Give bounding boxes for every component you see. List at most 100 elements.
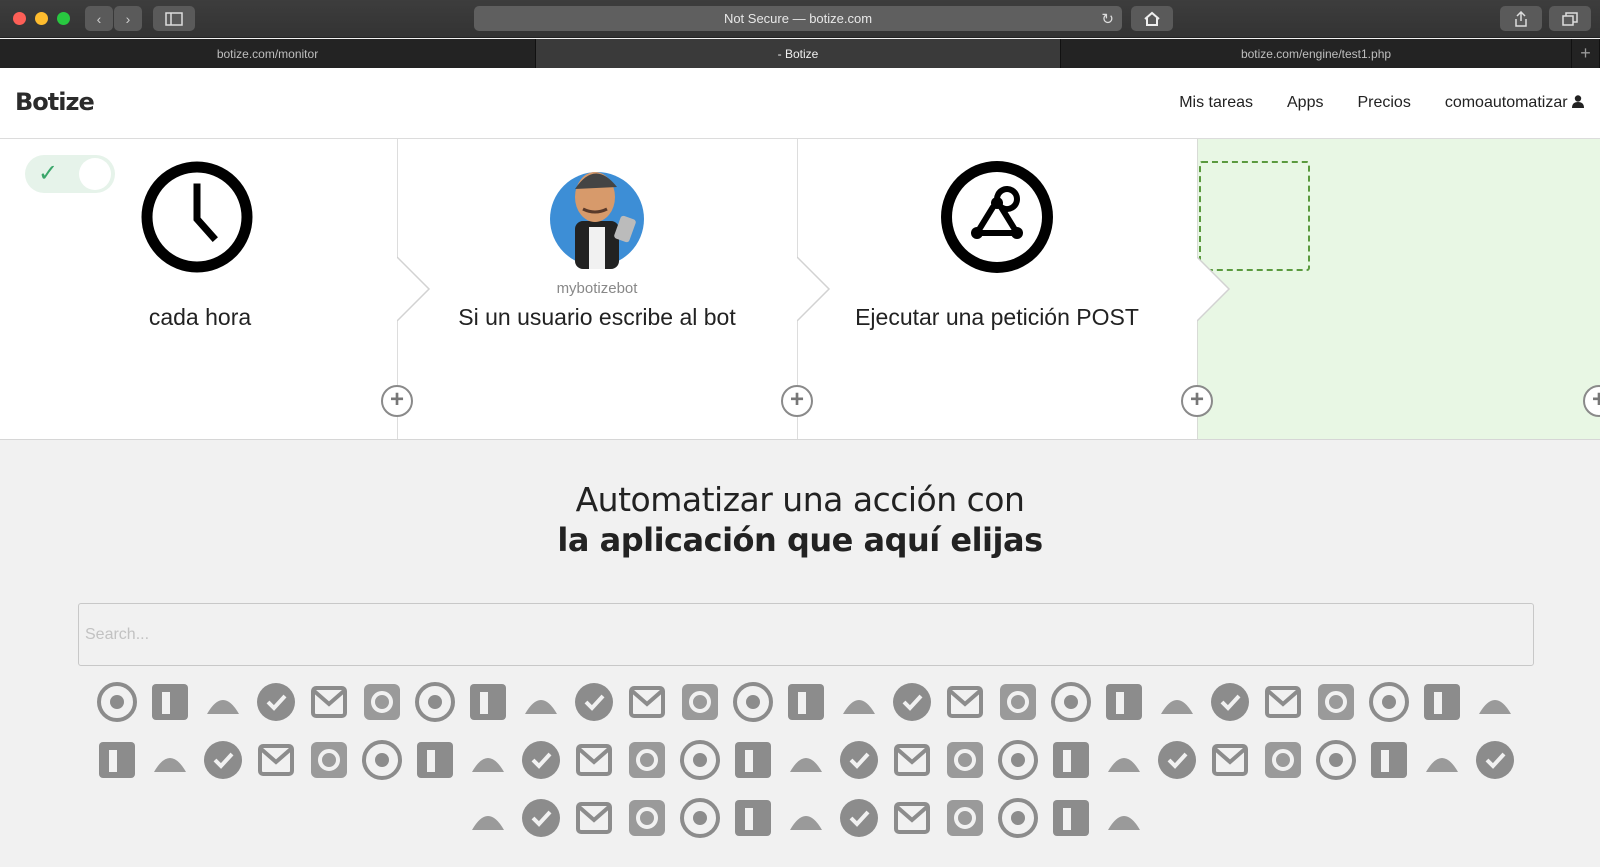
forward-button[interactable]: › <box>114 6 142 31</box>
outlook-icon[interactable] <box>837 738 881 782</box>
slack-icon[interactable] <box>95 738 139 782</box>
lab-icon[interactable] <box>254 680 298 724</box>
filter-icon[interactable] <box>413 738 457 782</box>
nav-apps[interactable]: Apps <box>1287 94 1323 112</box>
step-bot[interactable]: mybotizebot Si un usuario escribe al bot <box>397 139 797 439</box>
appstore-icon[interactable] <box>572 738 616 782</box>
add-step-button[interactable]: + <box>381 385 413 417</box>
box-icon[interactable] <box>1049 796 1093 840</box>
back-button[interactable]: ‹ <box>85 6 113 31</box>
dropbox-icon[interactable] <box>784 680 828 724</box>
facebook-pages-icon[interactable] <box>201 680 245 724</box>
botize-bot-icon[interactable] <box>519 680 563 724</box>
messenger-icon[interactable] <box>1102 738 1146 782</box>
thumbs-up-icon[interactable] <box>731 738 775 782</box>
chat-icon[interactable] <box>625 738 669 782</box>
office-icon[interactable] <box>625 796 669 840</box>
wordpress-com-icon[interactable] <box>1155 738 1199 782</box>
gmail-icon[interactable] <box>572 680 616 724</box>
news-icon[interactable] <box>1102 796 1146 840</box>
tab-label: botize.com/engine/test1.php <box>1240 46 1392 61</box>
task-toggle[interactable]: ✓ <box>25 155 115 193</box>
pinterest-icon[interactable] <box>996 680 1040 724</box>
magnet-icon[interactable] <box>201 738 245 782</box>
list-icon[interactable] <box>678 738 722 782</box>
gauge-icon[interactable] <box>572 796 616 840</box>
instapaper-icon[interactable] <box>466 738 510 782</box>
share-icon <box>1515 10 1527 27</box>
pushpin-icon[interactable] <box>1049 680 1093 724</box>
nav-user[interactable]: comoautomatizar <box>1445 94 1584 112</box>
bing-icon[interactable] <box>1420 738 1464 782</box>
home-button[interactable] <box>1131 6 1173 31</box>
sms-icon[interactable] <box>1261 680 1305 724</box>
bar-chart-icon[interactable] <box>1314 738 1358 782</box>
puzzle-icon[interactable] <box>1367 738 1411 782</box>
database-icon[interactable] <box>466 796 510 840</box>
feedly-icon[interactable] <box>784 796 828 840</box>
zoho-projects-icon[interactable] <box>360 738 404 782</box>
instagram-icon[interactable] <box>307 680 351 724</box>
tabs-overview-button[interactable] <box>1549 6 1591 31</box>
botize-logo[interactable]: Botize <box>15 88 95 116</box>
contact-icon[interactable] <box>784 738 828 782</box>
pocket-icon[interactable] <box>1155 680 1199 724</box>
touch-icon[interactable] <box>678 680 722 724</box>
app-search-input[interactable] <box>78 603 1534 666</box>
tab-engine-test[interactable]: botize.com/engine/test1.php <box>1061 39 1572 68</box>
email-at-icon[interactable] <box>1208 680 1252 724</box>
brush-icon[interactable] <box>996 738 1040 782</box>
analytics-icon[interactable] <box>1049 738 1093 782</box>
rss-icon[interactable] <box>148 680 192 724</box>
group-icon[interactable] <box>731 796 775 840</box>
mysql-icon[interactable] <box>1473 738 1517 782</box>
address-bar[interactable]: Not Secure — botize.com ↻ <box>474 6 1122 31</box>
close-window-button[interactable] <box>13 12 26 25</box>
reload-icon[interactable]: ↻ <box>1101 10 1114 28</box>
sync-icon[interactable] <box>943 796 987 840</box>
selenium-icon[interactable] <box>837 796 881 840</box>
notes-icon[interactable] <box>996 796 1040 840</box>
buffer-icon[interactable] <box>519 738 563 782</box>
blogger-icon[interactable] <box>943 680 987 724</box>
step-trigger[interactable]: ✓ cada hora <box>0 139 400 439</box>
youtube-icon[interactable] <box>413 680 457 724</box>
tumblr-icon[interactable] <box>625 680 669 724</box>
add-step-button[interactable]: + <box>1181 385 1213 417</box>
add-step-button[interactable]: + <box>781 385 813 417</box>
zoom-window-button[interactable] <box>57 12 70 25</box>
webhook-icon[interactable] <box>1367 680 1411 724</box>
blocks-icon[interactable] <box>1261 738 1305 782</box>
mail-icon[interactable] <box>254 738 298 782</box>
ftp-icon[interactable] <box>943 738 987 782</box>
tab-botize[interactable]: - Botize <box>536 39 1061 68</box>
clock-outline-icon[interactable] <box>678 796 722 840</box>
zendesk-icon[interactable] <box>519 796 563 840</box>
google-drive-icon[interactable] <box>890 680 934 724</box>
evernote-icon[interactable] <box>1314 680 1358 724</box>
document-icon[interactable] <box>890 738 934 782</box>
tab-monitor[interactable]: botize.com/monitor <box>0 39 536 68</box>
sidebar-toggle-button[interactable] <box>153 6 195 31</box>
todo-check-icon[interactable] <box>1420 680 1464 724</box>
spreadsheet-icon[interactable] <box>1473 680 1517 724</box>
wordpress-alt-icon[interactable] <box>890 796 934 840</box>
trello-icon[interactable] <box>1208 738 1252 782</box>
task-steps: ✓ cada hora mybotizebot Si un usuario es… <box>0 139 1600 440</box>
gmail-alt-icon[interactable] <box>307 738 351 782</box>
facebook-icon[interactable] <box>360 680 404 724</box>
wordpress-xmlrpc-icon[interactable] <box>731 680 775 724</box>
nav-precios[interactable]: Precios <box>1357 94 1410 112</box>
new-tab-button[interactable]: + <box>1572 39 1600 68</box>
window-titlebar: ‹ › Not Secure — botize.com ↻ <box>0 0 1600 38</box>
botize-icon[interactable] <box>1102 680 1146 724</box>
share-button[interactable] <box>1500 6 1542 31</box>
step-action[interactable]: Ejecutar una petición POST <box>797 139 1197 439</box>
site-header: Botize Mis tareas Apps Precios comoautom… <box>0 68 1600 139</box>
twitter-icon[interactable] <box>95 680 139 724</box>
linkedin-icon[interactable] <box>148 738 192 782</box>
minimize-window-button[interactable] <box>35 12 48 25</box>
nav-mis-tareas[interactable]: Mis tareas <box>1179 94 1253 112</box>
calendar-icon[interactable] <box>837 680 881 724</box>
yahoo-weather-icon[interactable] <box>466 680 510 724</box>
